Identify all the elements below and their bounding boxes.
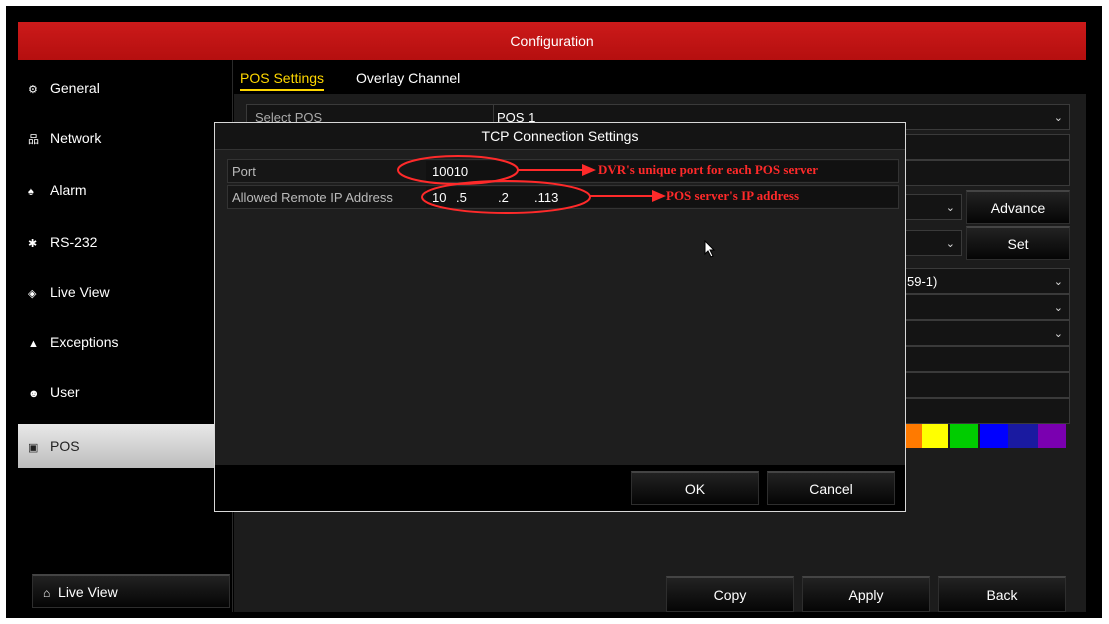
port-arrow-head	[582, 164, 596, 176]
ip-annotation-text: POS server's IP address	[666, 188, 800, 203]
ip-highlight-ellipse	[421, 180, 591, 214]
ip-arrow-head	[652, 190, 666, 202]
port-annotation-text: DVR's unique port for each POS server	[598, 162, 819, 177]
port-highlight-ellipse	[397, 155, 519, 185]
annotation-overlay	[397, 155, 666, 214]
